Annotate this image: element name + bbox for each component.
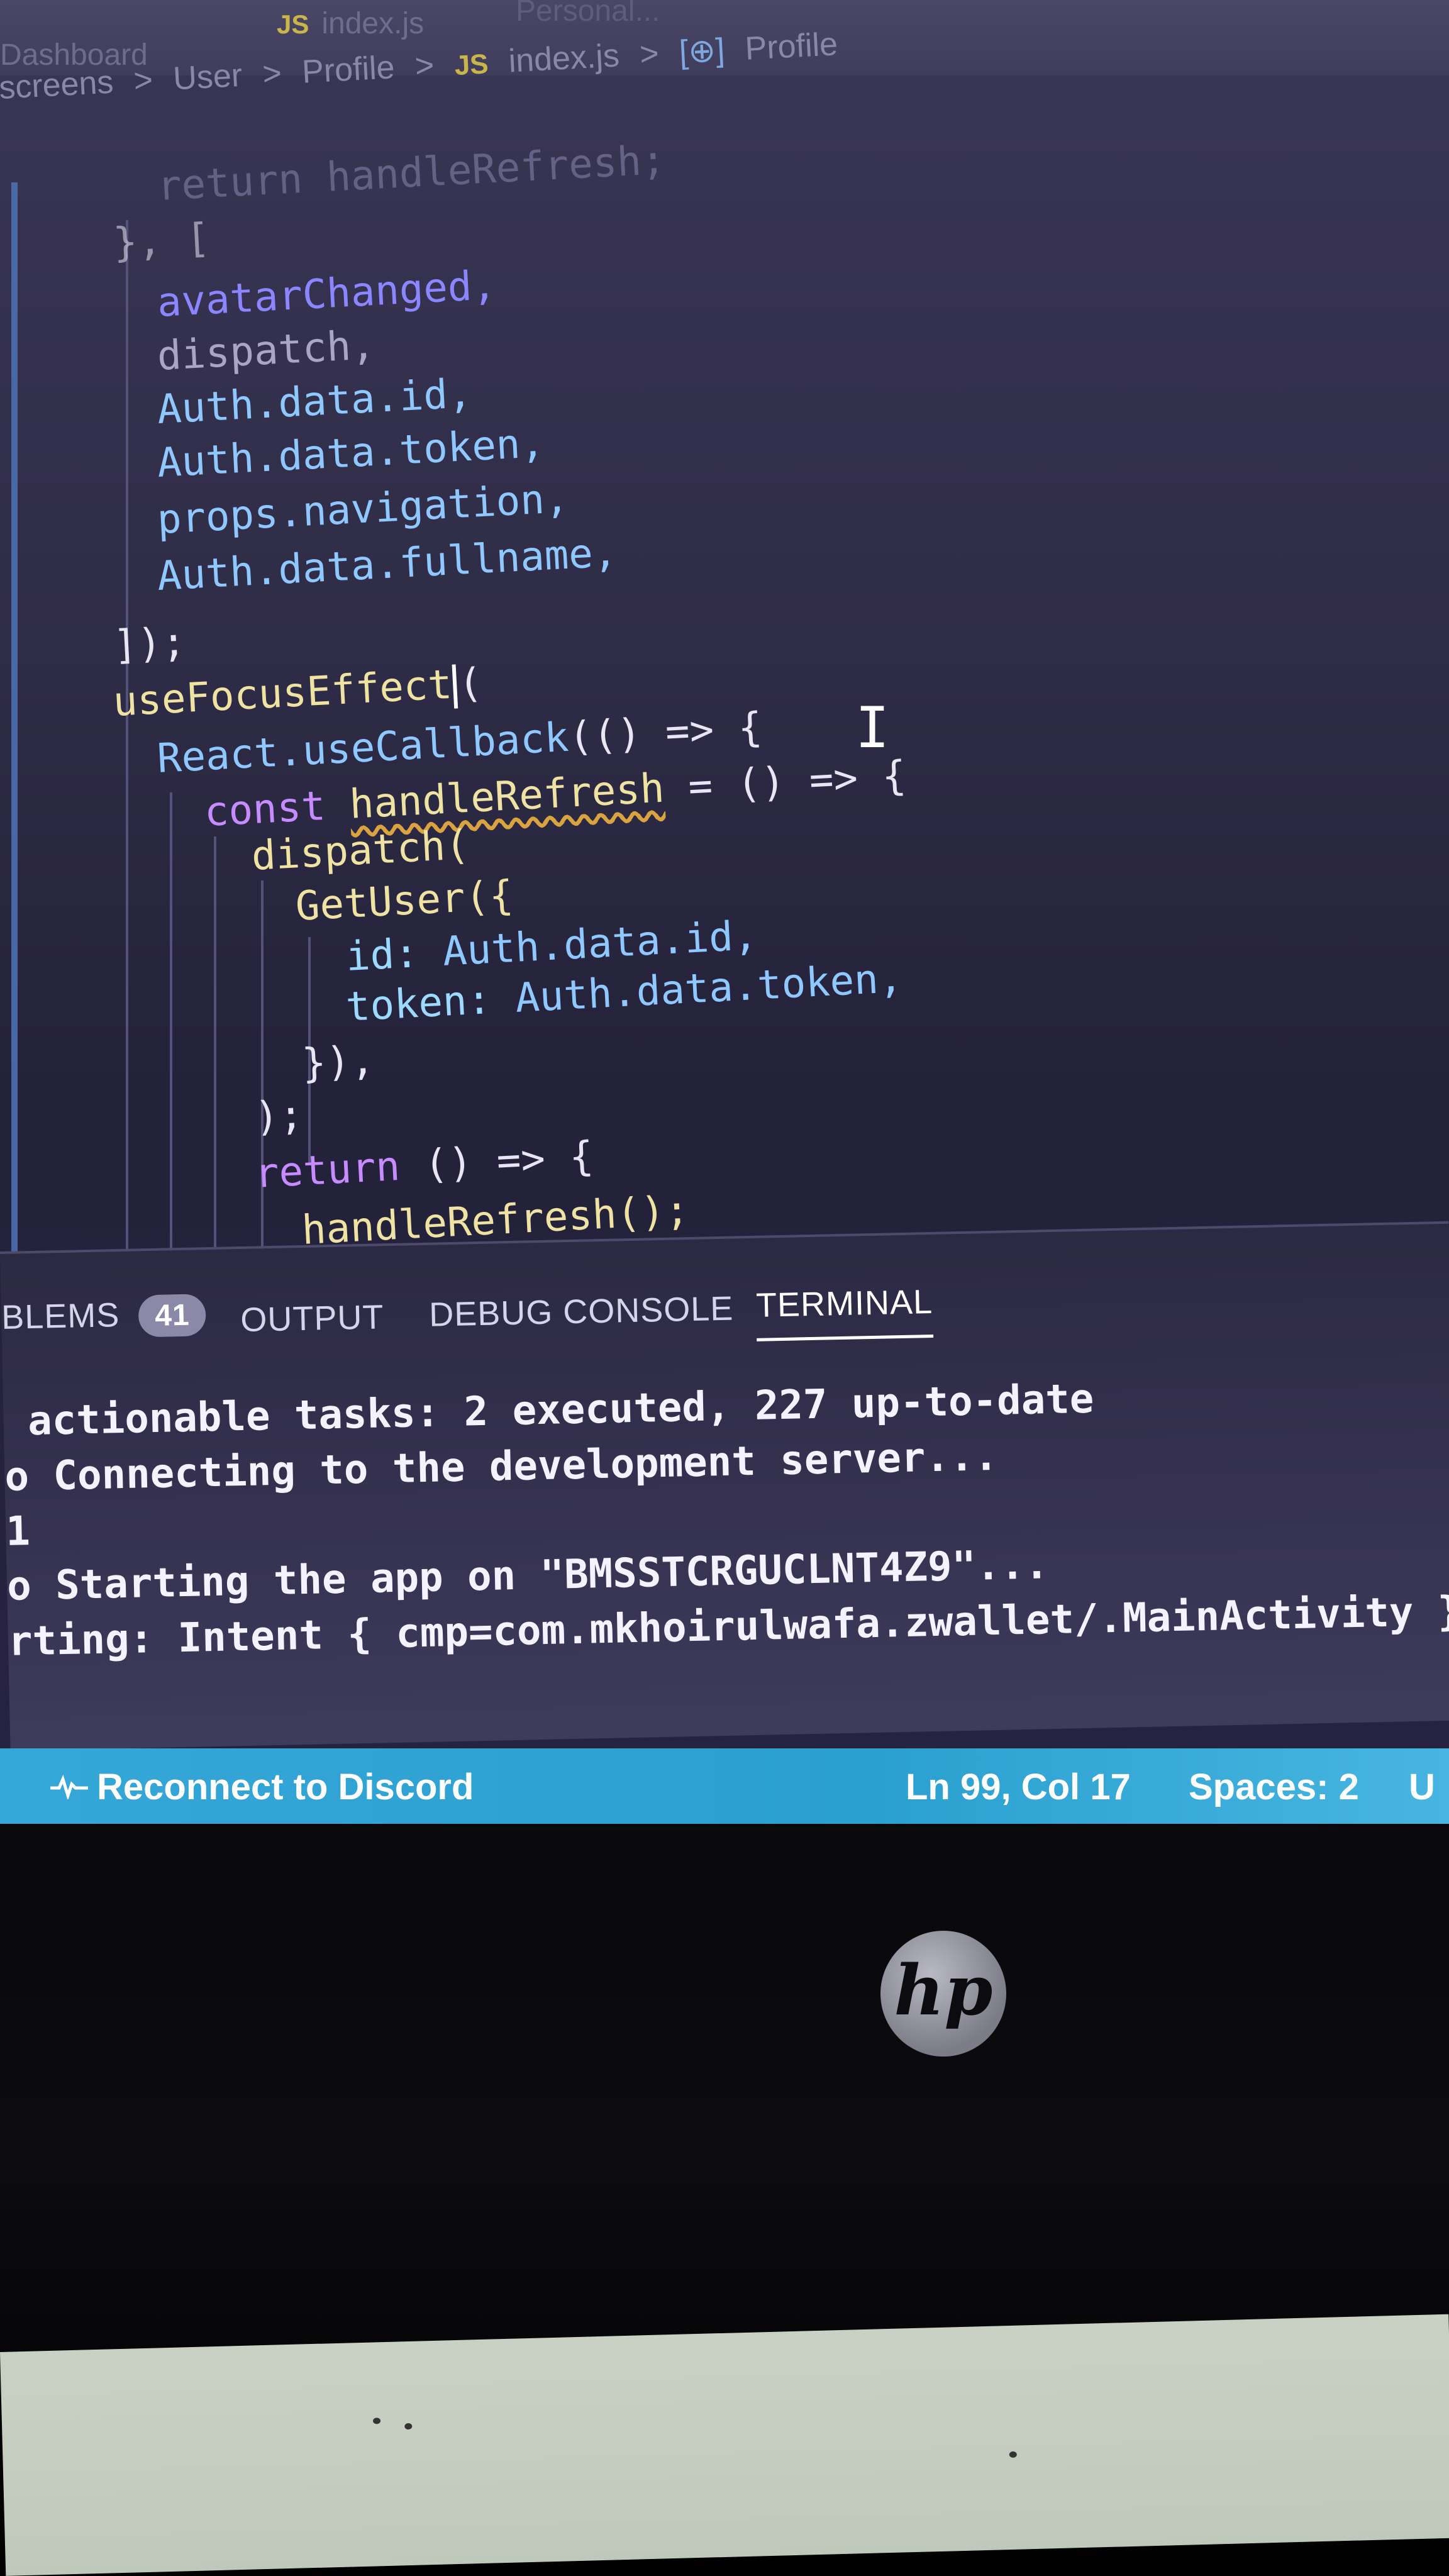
js-file-icon: JS [453,48,489,82]
code-line: GetUser({ [294,872,515,930]
component-icon: [⊕] [678,31,726,71]
indentation-setting[interactable]: Spaces: 2 [1189,1766,1359,1808]
breadcrumb-profile[interactable]: Profile [301,49,396,91]
cursor-position[interactable]: Ln 99, Col 17 [906,1766,1131,1808]
gutter-change-marker [11,182,18,1327]
code-line: useFocusEffect( [112,660,484,726]
bottom-panel: BLEMS 41 OUTPUT DEBUG CONSOLE TERMINAL ac… [0,1221,1449,1751]
indent-guide [126,220,128,1289]
encoding-setting[interactable]: U [1409,1766,1435,1808]
desk-surface [0,2314,1449,2576]
tab-output[interactable]: OUTPUT [240,1297,384,1340]
tab-index-js[interactable]: JS index.js [277,6,424,41]
tab-extra[interactable]: Personal... [516,0,660,28]
speck [372,2418,381,2424]
tab-label: index.js [321,7,425,40]
lint-warning-squiggle: handleRefresh [348,765,666,828]
code-line: }, [ [112,214,211,267]
terminal-line: o Connecting to the development server..… [4,1433,999,1501]
code-line: return () => { [253,1133,595,1197]
speck [1009,2451,1017,2458]
breadcrumb-file[interactable]: index.js [508,37,620,79]
indent-guide [261,880,264,1289]
status-bar: Reconnect to Discord Ln 99, Col 17 Space… [0,1748,1449,1824]
discord-reconnect-item[interactable]: Reconnect to Discord [50,1766,474,1808]
tab-debug-console[interactable]: DEBUG CONSOLE [429,1289,734,1335]
hp-logo: hp [880,1931,1006,2057]
problems-count-badge: 41 [138,1294,207,1338]
code-line: }), [301,1037,376,1087]
code-line: Auth.data.id, [156,370,474,433]
tab-terminal[interactable]: TERMINAL [755,1282,933,1325]
breadcrumb-separator: > [414,47,435,85]
tab-problems[interactable]: BLEMS 41 [1,1294,207,1340]
laptop-screen: Dashboard JS index.js Personal... screens… [0,0,1449,1824]
panel-tab-bar: BLEMS 41 OUTPUT DEBUG CONSOLE TERMINAL [1,1268,1449,1355]
ibeam-cursor-icon: I [855,695,890,761]
code-line: return handleRefresh; [156,136,667,210]
code-line: avatarChanged, [156,262,497,326]
discord-label: Reconnect to Discord [97,1767,474,1807]
laptop-bezel: hp [0,1824,1449,2390]
code-line: Auth.data.fullname, [156,529,619,600]
indent-guide [214,836,216,1289]
breadcrumb-symbol[interactable]: Profile [744,26,838,67]
js-file-icon: JS [277,9,309,39]
indent-guide [170,792,172,1296]
terminal-output[interactable]: actionable tasks: 2 executed, 227 up-to-… [3,1368,1449,1665]
pulse-icon [50,1766,88,1808]
breadcrumb-separator: > [261,55,283,93]
breadcrumb-separator: > [133,62,154,99]
code-editor[interactable]: return handleRefresh; }, [ avatarChanged… [0,137,1449,1327]
code-line: dispatch, [156,321,377,380]
breadcrumb-user[interactable]: User [172,57,243,97]
terminal-line: 1 [5,1508,31,1555]
code-line: ]); [112,619,187,669]
breadcrumb-screens[interactable]: screens [0,64,114,106]
code-line: props.navigation, [156,475,570,543]
breadcrumb-separator: > [638,35,660,73]
speck [404,2423,413,2430]
code-line: ); [253,1092,304,1141]
